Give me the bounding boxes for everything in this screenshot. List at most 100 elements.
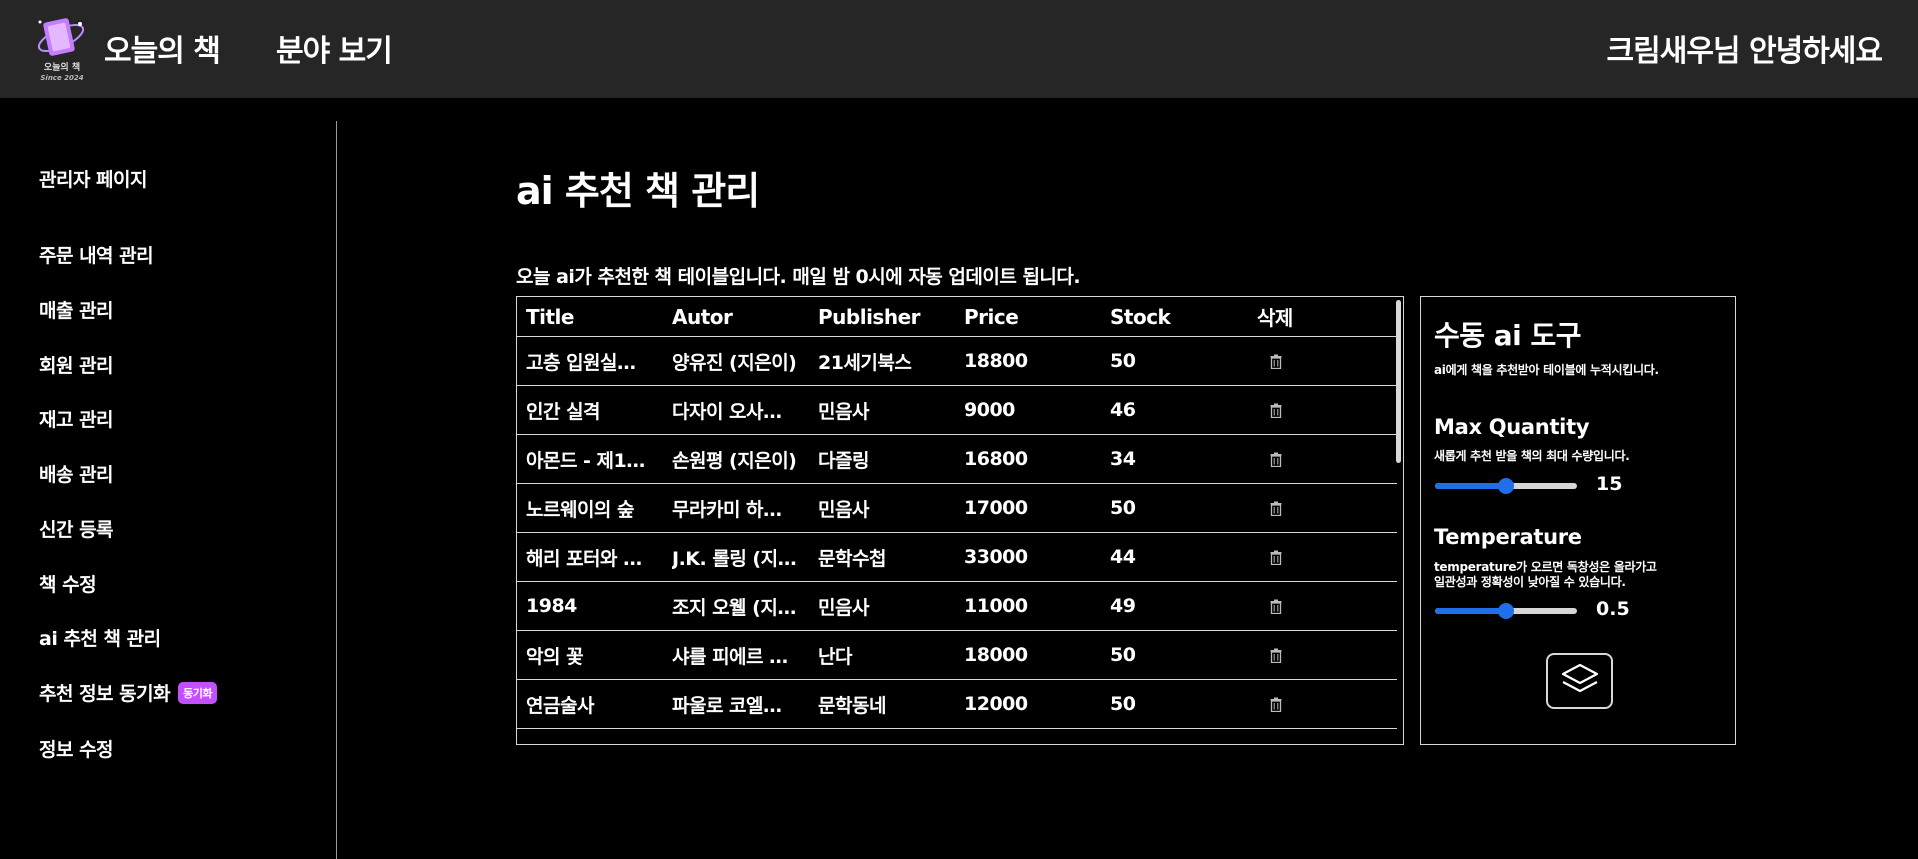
tool-title: 수동 ai 도구 xyxy=(1434,319,1582,352)
table-header: Title Autor Publisher Price Stock 삭제 xyxy=(517,297,1397,337)
cell-title: 해리 포터와 … xyxy=(526,547,642,570)
category-nav-link[interactable]: 분야 보기 xyxy=(276,26,393,70)
sync-badge: 동기화 xyxy=(178,682,217,704)
sidebar-item-sync-label: 추천 정보 동기화 xyxy=(39,683,171,705)
cell-author: 샤를 피에르 … xyxy=(672,645,788,668)
cell-publisher: 문학수첩 xyxy=(818,547,886,570)
sidebar-item-inventory[interactable]: 재고 관리 xyxy=(39,405,114,432)
max-quantity-desc: 새롭게 추천 받을 책의 최대 수량입니다. xyxy=(1434,449,1630,463)
temperature-label: Temperature xyxy=(1434,525,1582,549)
sidebar-item-sync[interactable]: 추천 정보 동기화 동기화 xyxy=(39,679,217,706)
cell-title: 2024년 미래의… xyxy=(526,729,666,745)
cell-author: 파울로 코엘… xyxy=(672,694,782,717)
table-row: 아몬드 - 제1… 손원평 (지은이) 다즐링 16800 34 xyxy=(517,435,1397,484)
cell-publisher: 민음사 xyxy=(818,498,869,521)
cell-author: 손원평 (지은이) xyxy=(672,449,797,472)
logo-caption: 오늘의 책 xyxy=(44,61,80,73)
cell-price: 9000 xyxy=(964,399,1015,421)
cell-author: 다자이 오사… xyxy=(672,400,782,423)
cell-price: 18000 xyxy=(964,644,1028,666)
cell-title: 아몬드 - 제1… xyxy=(526,449,645,472)
table-row: 고층 입원실… 양유진 (지은이) 21세기북스 18800 50 xyxy=(517,337,1397,386)
cell-stock: 44 xyxy=(1110,546,1136,568)
sidebar-item-edit-info[interactable]: 정보 수정 xyxy=(39,735,114,762)
table-row: 악의 꽃 샤를 피에르 … 난다 18000 50 xyxy=(517,631,1397,680)
sidebar-item-edit-book[interactable]: 책 수정 xyxy=(39,570,97,597)
trash-icon[interactable] xyxy=(1266,533,1286,581)
cell-author: J.K. 롤링 (지… xyxy=(672,547,797,570)
column-author: Autor xyxy=(672,304,733,329)
logo-book-icon: 오늘의 책 Since 2024 xyxy=(37,18,85,82)
cell-price: 33000 xyxy=(964,546,1028,568)
top-header: 오늘의 책 Since 2024 오늘의 책 분야 보기 크림새우님 안녕하세요 xyxy=(0,0,1918,98)
table-row: 2024년 미래의… 박시준 (지은이) 민음사 14000 1 xyxy=(517,729,1397,745)
column-price: Price xyxy=(964,304,1019,329)
sidebar-item-shipping[interactable]: 배송 관리 xyxy=(39,460,114,487)
run-ai-button[interactable] xyxy=(1546,653,1613,709)
cell-publisher: 문학동네 xyxy=(818,694,886,717)
logo-since: Since 2024 xyxy=(40,74,83,82)
cell-publisher: 민음사 xyxy=(818,400,869,423)
page-title: ai 추천 책 관리 xyxy=(516,169,760,213)
cell-price: 11000 xyxy=(964,595,1028,617)
temperature-value: 0.5 xyxy=(1596,598,1630,620)
cell-title: 인간 실격 xyxy=(526,400,601,423)
max-quantity-slider-fill xyxy=(1435,483,1506,489)
temperature-slider-fill xyxy=(1435,608,1506,614)
user-greeting: 크림새우님 안녕하세요 xyxy=(1606,34,1883,69)
trash-icon[interactable] xyxy=(1266,484,1286,532)
table-row: 연금술사 파울로 코엘… 문학동네 12000 50 xyxy=(517,680,1397,729)
cell-title: 연금술사 xyxy=(526,694,594,717)
cell-title: 노르웨이의 숲 xyxy=(526,498,635,521)
cell-price: 16800 xyxy=(964,448,1028,470)
cell-author: 양유진 (지은이) xyxy=(672,351,797,374)
cell-price: 14000 xyxy=(964,729,1104,744)
table-row: 노르웨이의 숲 무라카미 하… 민음사 17000 50 xyxy=(517,484,1397,533)
sidebar-item-ai-recommend[interactable]: ai 추천 책 관리 xyxy=(39,624,161,651)
cell-publisher: 난다 xyxy=(818,645,852,668)
trash-icon[interactable] xyxy=(1266,386,1286,434)
sidebar-item-sales[interactable]: 매출 관리 xyxy=(39,296,114,323)
temperature-desc-line2: 일관성과 정확성이 낮아질 수 있습니다. xyxy=(1434,575,1626,589)
max-quantity-label: Max Quantity xyxy=(1434,415,1590,439)
temperature-slider-knob[interactable] xyxy=(1498,603,1514,619)
sidebar-item-members[interactable]: 회원 관리 xyxy=(39,351,114,378)
recommend-table[interactable]: Title Autor Publisher Price Stock 삭제 고층 … xyxy=(516,296,1404,745)
column-delete: 삭제 xyxy=(1257,306,1293,330)
cell-stock: 50 xyxy=(1110,497,1136,519)
cell-author: 무라카미 하… xyxy=(672,498,782,521)
cell-stock: 50 xyxy=(1110,693,1136,715)
cell-stock: 50 xyxy=(1110,350,1136,372)
sidebar-item-admin-page[interactable]: 관리자 페이지 xyxy=(39,165,148,192)
max-quantity-slider-knob[interactable] xyxy=(1498,478,1514,494)
trash-icon[interactable] xyxy=(1266,729,1286,744)
column-title: Title xyxy=(526,304,574,329)
temperature-slider[interactable] xyxy=(1435,603,1577,619)
cell-publisher: 민음사 xyxy=(818,729,958,745)
max-quantity-slider[interactable] xyxy=(1435,478,1577,494)
cell-author: 조지 오웰 (지… xyxy=(672,596,796,619)
sidebar-divider xyxy=(336,121,337,859)
column-publisher: Publisher xyxy=(818,304,921,329)
cell-publisher: 21세기북스 xyxy=(818,351,912,374)
trash-icon[interactable] xyxy=(1266,680,1286,728)
trash-icon[interactable] xyxy=(1266,337,1286,385)
sidebar-item-orders[interactable]: 주문 내역 관리 xyxy=(39,241,154,268)
trash-icon[interactable] xyxy=(1266,631,1286,679)
table-row: 인간 실격 다자이 오사… 민음사 9000 46 xyxy=(517,386,1397,435)
logo[interactable]: 오늘의 책 Since 2024 xyxy=(34,14,90,84)
cell-publisher: 다즐링 xyxy=(818,449,869,472)
cell-price: 17000 xyxy=(964,497,1028,519)
cell-title: 1984 xyxy=(526,595,577,617)
table-row: 1984 조지 오웰 (지… 민음사 11000 49 xyxy=(517,582,1397,631)
column-stock: Stock xyxy=(1110,304,1171,329)
table-row: 해리 포터와 … J.K. 롤링 (지… 문학수첩 33000 44 xyxy=(517,533,1397,582)
cell-title: 악의 꽃 xyxy=(526,645,584,668)
trash-icon[interactable] xyxy=(1266,435,1286,483)
sidebar-item-new-book[interactable]: 신간 등록 xyxy=(39,515,114,542)
brand-link[interactable]: 오늘의 책 xyxy=(104,26,221,70)
trash-icon[interactable] xyxy=(1266,582,1286,630)
cell-stock: 1 xyxy=(1110,729,1250,744)
max-quantity-value: 15 xyxy=(1596,473,1623,495)
table-scrollbar[interactable] xyxy=(1396,300,1401,463)
